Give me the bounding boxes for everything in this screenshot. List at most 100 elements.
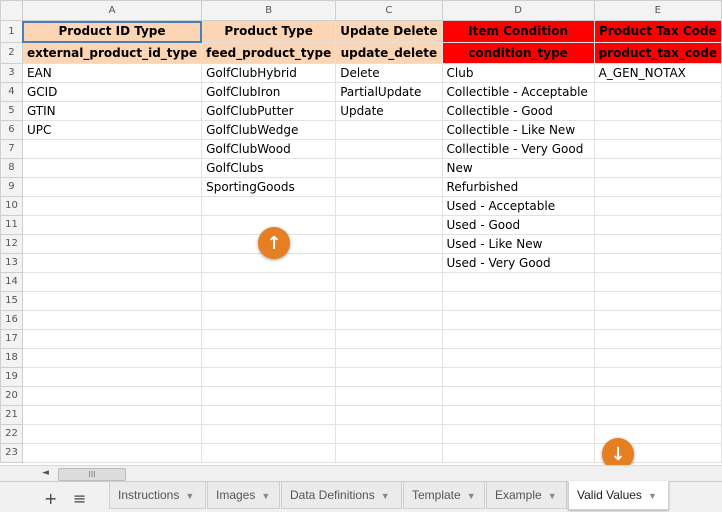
cell-a14[interactable] [21,272,203,292]
cell-d14[interactable] [441,272,595,292]
cell-a4[interactable]: GCID [21,82,203,102]
cell-b22[interactable] [201,424,337,444]
row-header[interactable]: 11 [0,215,23,235]
cell-d2[interactable]: condition_type [441,42,595,64]
cell-b7[interactable]: GolfClubWood [201,139,337,159]
cell-b23[interactable] [201,443,337,463]
cell-e15[interactable] [593,291,722,311]
cell-c23[interactable] [335,443,443,463]
cell-c21[interactable] [335,405,443,425]
row-header[interactable]: 18 [0,348,23,368]
cell-c4[interactable]: PartialUpdate [335,82,443,102]
cell-a19[interactable] [21,367,203,387]
cell-e1[interactable]: Product Tax Code [593,20,722,43]
row-header[interactable]: 17 [0,329,23,349]
cell-c5[interactable]: Update [335,101,443,121]
cell-a2[interactable]: external_product_id_type [21,42,203,64]
row-header[interactable]: 9 [0,177,23,197]
row-header[interactable]: 3 [0,63,23,83]
cell-d7[interactable]: Collectible - Very Good [441,139,595,159]
cell-e21[interactable] [593,405,722,425]
cell-d5[interactable]: Collectible - Good [441,101,595,121]
chevron-down-icon[interactable]: ▼ [548,491,557,501]
column-header-b[interactable]: B [201,0,337,21]
row-header[interactable]: 14 [0,272,23,292]
cell-e9[interactable] [593,177,722,197]
list-icon[interactable]: ≡ [73,489,86,508]
horizontal-scrollbar[interactable]: ◄ III [0,465,722,482]
cell-c14[interactable] [335,272,443,292]
column-header-d[interactable]: D [441,0,595,21]
row-header[interactable]: 20 [0,386,23,406]
cell-e14[interactable] [593,272,722,292]
row-header[interactable]: 4 [0,82,23,102]
cell-c17[interactable] [335,329,443,349]
row-header[interactable]: 5 [0,101,23,121]
cell-b16[interactable] [201,310,337,330]
cell-c18[interactable] [335,348,443,368]
cell-e6[interactable] [593,120,722,140]
sheet-tab-template[interactable]: Template ▼ [403,482,485,509]
cell-c8[interactable] [335,158,443,178]
cell-d9[interactable]: Refurbished [441,177,595,197]
chevron-down-icon[interactable]: ▼ [185,491,194,501]
cell-a8[interactable] [21,158,203,178]
cell-a5[interactable]: GTIN [21,101,203,121]
cell-table[interactable]: A B C D E 1 Product ID Type Product Type Up… [0,0,722,463]
row-header[interactable]: 19 [0,367,23,387]
cell-a10[interactable] [21,196,203,216]
column-header-e[interactable]: E [593,0,722,21]
cell-d23[interactable] [441,443,595,463]
cell-c22[interactable] [335,424,443,444]
cell-e16[interactable] [593,310,722,330]
cell-e20[interactable] [593,386,722,406]
cell-b17[interactable] [201,329,337,349]
cell-d11[interactable]: Used - Good [441,215,595,235]
cell-b21[interactable] [201,405,337,425]
cell-b15[interactable] [201,291,337,311]
chevron-down-icon[interactable]: ▼ [648,491,657,501]
cell-d3[interactable]: Club [441,63,595,83]
cell-c16[interactable] [335,310,443,330]
cell-b19[interactable] [201,367,337,387]
cell-d19[interactable] [441,367,595,387]
cell-c2[interactable]: update_delete [335,42,443,64]
cell-a21[interactable] [21,405,203,425]
cell-d18[interactable] [441,348,595,368]
cell-e3[interactable]: A_GEN_NOTAX [593,63,722,83]
cell-b3[interactable]: GolfClubHybrid [201,63,337,83]
row-header[interactable]: 22 [0,424,23,444]
cell-e4[interactable] [593,82,722,102]
plus-icon[interactable]: + [44,489,57,508]
cell-d13[interactable]: Used - Very Good [441,253,595,273]
row-header[interactable]: 10 [0,196,23,216]
cell-d22[interactable] [441,424,595,444]
sheet-tab-data-definitions[interactable]: Data Definitions ▼ [281,482,402,509]
row-header[interactable]: 13 [0,253,23,273]
cell-a15[interactable] [21,291,203,311]
row-header[interactable]: 23 [0,443,23,463]
cell-b20[interactable] [201,386,337,406]
cell-e8[interactable] [593,158,722,178]
sheet-tab-images[interactable]: Images ▼ [207,482,280,509]
cell-a1[interactable]: Product ID Type [21,20,203,43]
cell-b10[interactable] [201,196,337,216]
cell-a9[interactable] [21,177,203,197]
row-header[interactable]: 21 [0,405,23,425]
cell-d10[interactable]: Used - Acceptable [441,196,595,216]
sheet-tab-instructions[interactable]: Instructions ▼ [109,482,206,509]
row-header[interactable]: 12 [0,234,23,254]
select-all-corner[interactable] [0,0,23,21]
row-header[interactable]: 16 [0,310,23,330]
row-header[interactable]: 7 [0,139,23,159]
cell-c3[interactable]: Delete [335,63,443,83]
cell-d1[interactable]: Item Condition [441,20,595,43]
sheet-tab-valid-values[interactable]: Valid Values ▼ [568,481,669,510]
sheet-tab-example[interactable]: Example ▼ [486,482,567,509]
cell-e13[interactable] [593,253,722,273]
scrollbar-thumb[interactable]: III [58,468,126,481]
cell-a7[interactable] [21,139,203,159]
cell-a16[interactable] [21,310,203,330]
cell-d12[interactable]: Used - Like New [441,234,595,254]
cell-c15[interactable] [335,291,443,311]
